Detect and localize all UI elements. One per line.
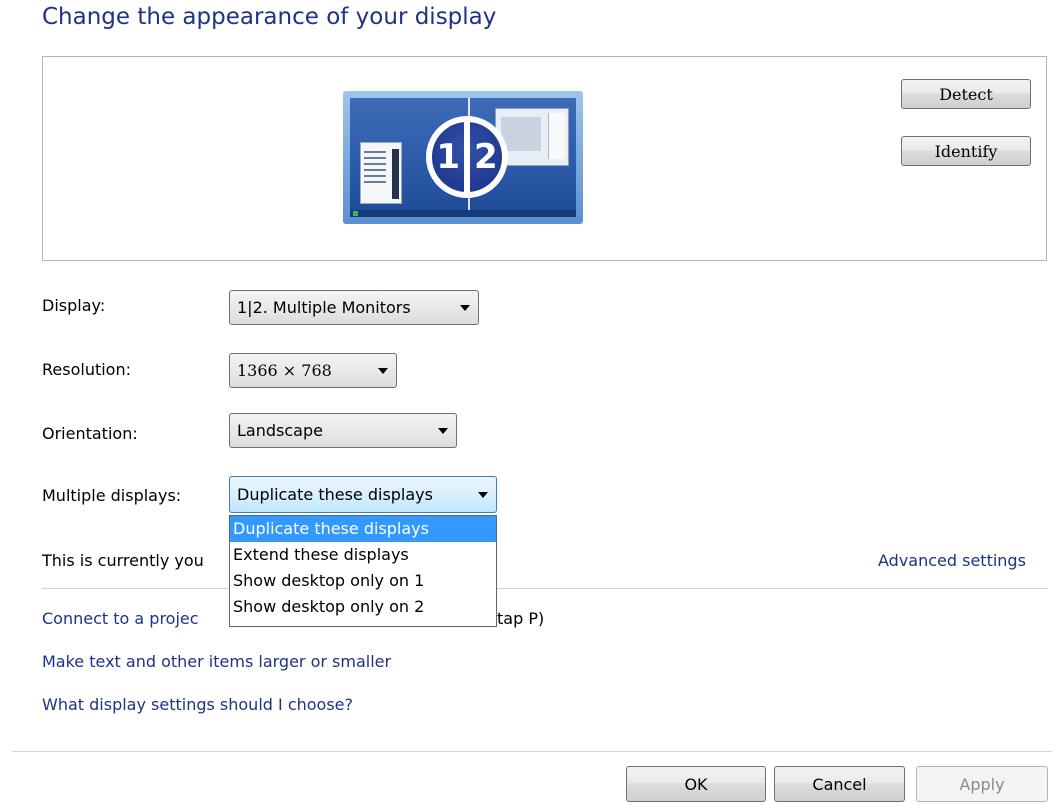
identify-button[interactable]: Identify xyxy=(901,136,1031,166)
page-title: Change the appearance of your display xyxy=(42,4,497,30)
badge-number-1: 1 xyxy=(436,137,460,177)
chevron-down-icon xyxy=(478,491,488,498)
dropdown-option-show-only-1[interactable]: Show desktop only on 1 xyxy=(230,568,496,594)
detect-button[interactable]: Detect xyxy=(901,79,1031,109)
monitor-screen: 1 2 xyxy=(350,98,576,217)
resolution-select[interactable]: 1366 × 768 xyxy=(229,353,397,388)
apply-button[interactable]: Apply xyxy=(916,766,1048,802)
window-thumbnail-left xyxy=(360,142,402,204)
multiple-displays-select[interactable]: Duplicate these displays xyxy=(229,476,497,513)
multiple-displays-select-value: Duplicate these displays xyxy=(237,485,433,504)
connect-projector-hint: tap P) xyxy=(497,609,545,628)
badge-separator xyxy=(464,122,470,192)
multiple-displays-label: Multiple displays: xyxy=(42,486,182,505)
resolution-select-value: 1366 × 768 xyxy=(237,361,332,380)
identify-button-label: Identify xyxy=(934,141,998,161)
footer-divider xyxy=(12,751,1052,752)
display-select-value: 1|2. Multiple Monitors xyxy=(237,298,411,317)
display-select[interactable]: 1|2. Multiple Monitors xyxy=(229,290,479,325)
display-preview-panel: 1 2 Detect Identify xyxy=(42,56,1047,261)
monitor-number-badge: 1 2 xyxy=(426,116,508,198)
badge-number-2: 2 xyxy=(474,137,498,177)
monitor-1-2-icon[interactable]: 1 2 xyxy=(343,91,583,224)
chevron-down-icon xyxy=(460,304,470,311)
display-label: Display: xyxy=(42,296,106,315)
cancel-button[interactable]: Cancel xyxy=(774,766,905,802)
ok-button-label: OK xyxy=(684,774,708,794)
dropdown-option-extend[interactable]: Extend these displays xyxy=(230,542,496,568)
resolution-label: Resolution: xyxy=(42,360,131,379)
apply-button-label: Apply xyxy=(959,774,1005,794)
cancel-button-label: Cancel xyxy=(812,774,867,794)
orientation-select-value: Landscape xyxy=(237,421,323,440)
connect-projector-link[interactable]: Connect to a projec xyxy=(42,609,199,628)
divider xyxy=(42,588,1048,589)
mini-taskbar xyxy=(350,210,576,217)
orientation-select[interactable]: Landscape xyxy=(229,413,457,448)
connect-projector-link-prefix: Connect to a projec xyxy=(42,609,199,628)
orientation-label: Orientation: xyxy=(42,424,138,443)
multiple-displays-dropdown-list: Duplicate these displays Extend these di… xyxy=(229,515,497,627)
chevron-down-icon xyxy=(438,427,448,434)
chevron-down-icon xyxy=(378,367,388,374)
current-display-text: This is currently you xyxy=(42,551,204,570)
text-size-link[interactable]: Make text and other items larger or smal… xyxy=(42,652,391,671)
dropdown-option-duplicate[interactable]: Duplicate these displays xyxy=(230,516,496,542)
advanced-settings-link[interactable]: Advanced settings xyxy=(878,551,1026,570)
ok-button[interactable]: OK xyxy=(626,766,766,802)
display-settings-help-link[interactable]: What display settings should I choose? xyxy=(42,695,353,714)
detect-button-label: Detect xyxy=(939,84,993,104)
dropdown-option-show-only-2[interactable]: Show desktop only on 2 xyxy=(230,594,496,620)
